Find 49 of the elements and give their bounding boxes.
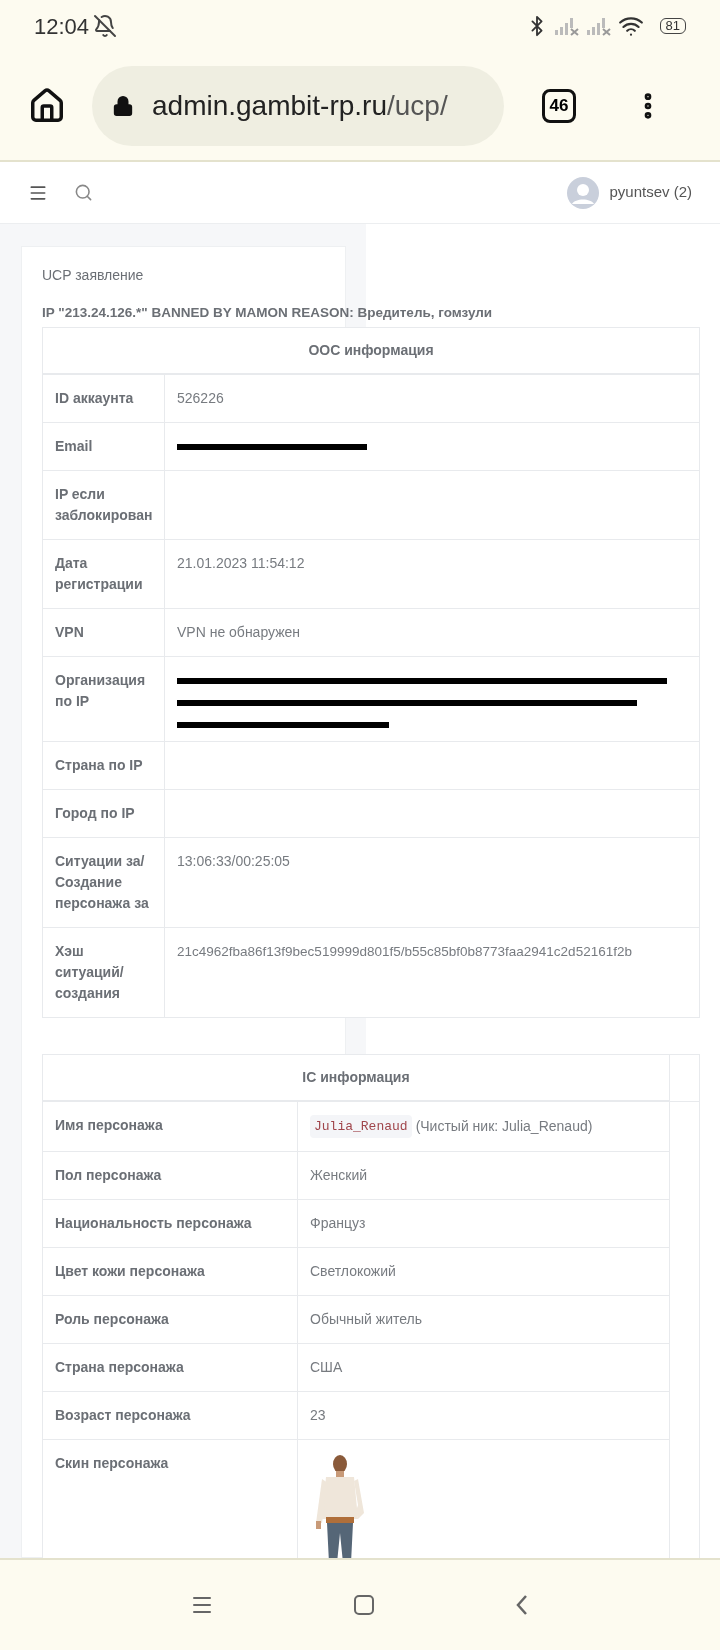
- row-label: Роль персонажа: [55, 1310, 170, 1330]
- clean-nickname: (Чистый ник: Julia_Renaud): [415, 1117, 593, 1137]
- clock: 12:04: [34, 12, 90, 41]
- row-label: Возраст персонажа: [55, 1406, 192, 1426]
- row-label: Город по IP: [55, 804, 136, 824]
- cell-value: 13:06:33/00:25:05: [177, 853, 290, 870]
- row-label: Email: [55, 437, 94, 457]
- home-icon[interactable]: [28, 87, 66, 125]
- url-text: admin.gambit-rp.ru/ucp/: [152, 89, 448, 123]
- row-label: Пол персонажа: [55, 1166, 163, 1186]
- user-name[interactable]: pyuntsev (2): [609, 181, 692, 204]
- bell-off-icon: [93, 14, 118, 38]
- cell-value: Обычный житель: [310, 1311, 422, 1328]
- cell-value: 21.01.2023 11:54:12: [177, 555, 305, 572]
- row-label: Ситуации за/ Создание персонажа за: [55, 852, 150, 914]
- row-label: Скин персонажа: [55, 1454, 170, 1474]
- tab-count-button[interactable]: 46: [542, 89, 576, 123]
- battery-icon: 81: [659, 18, 686, 34]
- cell-value: Француз: [310, 1215, 366, 1232]
- cell-value: Женский: [310, 1167, 368, 1184]
- home-nav-icon[interactable]: [354, 1595, 374, 1615]
- row-label: Организация по IP: [55, 671, 147, 712]
- cell-value: VPN не обнаружен: [177, 624, 301, 641]
- row-label: IP если заблокирован: [55, 485, 152, 526]
- row-label: Страна персонажа: [55, 1358, 185, 1378]
- address-bar[interactable]: admin.gambit-rp.ru/ucp/: [92, 66, 504, 146]
- table-heading: OOC информация: [308, 341, 434, 361]
- signal-icon: [585, 16, 612, 36]
- row-label: Имя персонажа: [55, 1116, 164, 1136]
- hash-value: 21c4962fba86f13f9bec519999d801f5/b55c85bf0b8773faa2941c2d52161f2b: [177, 944, 632, 960]
- cell-value: Светлокожий: [310, 1263, 396, 1280]
- nickname-code: Julia_Renaud: [310, 1115, 412, 1139]
- lock-icon: [112, 95, 134, 117]
- table-heading: IC информация: [302, 1068, 410, 1088]
- row-label: Дата регистрации: [55, 554, 144, 595]
- row-label: ID аккаунта: [55, 389, 135, 409]
- cell-value: 526226: [177, 390, 224, 407]
- row-label: Хэш ситуаций/ создания: [55, 942, 125, 1004]
- row-label: Национальность персонажа: [55, 1214, 253, 1234]
- card-title: UCP заявление: [42, 266, 145, 285]
- back-icon[interactable]: [514, 1593, 530, 1617]
- row-label: Цвет кожи персонажа: [55, 1262, 206, 1282]
- cell-value: 23: [310, 1407, 326, 1424]
- signal-icon: [553, 16, 580, 36]
- cell-value: США: [310, 1359, 343, 1376]
- ban-notice: IP "213.24.126.*" BANNED BY MAMON REASON: Вредитель, гомзули: [42, 304, 493, 322]
- search-icon[interactable]: [74, 183, 93, 202]
- row-label: VPN: [55, 623, 85, 643]
- row-label: Страна по IP: [55, 756, 144, 776]
